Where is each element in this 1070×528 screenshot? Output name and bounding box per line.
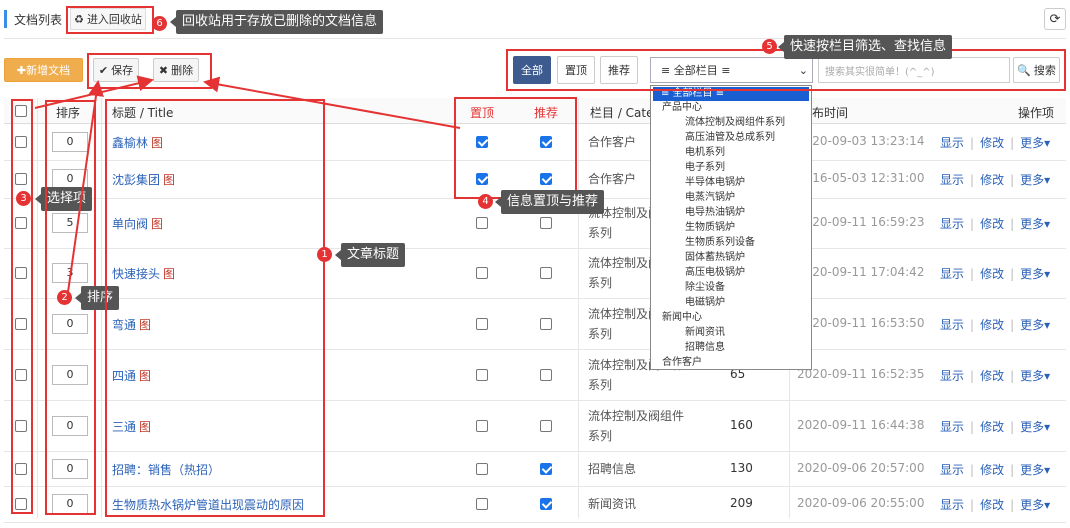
annotation-arrows (34, 75, 461, 293)
